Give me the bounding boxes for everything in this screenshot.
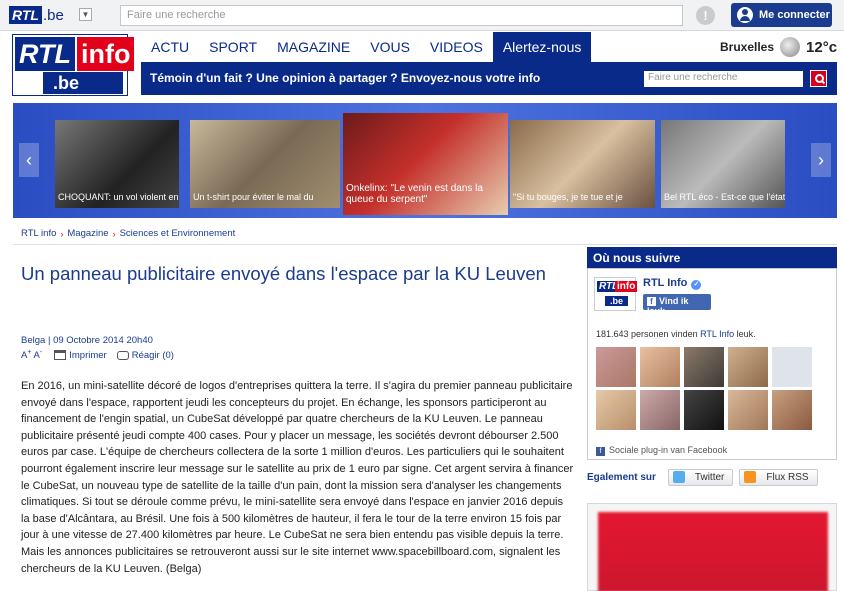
font-size-control[interactable]: A+ A- <box>21 349 42 361</box>
video-thumb[interactable]: Un t-shirt pour éviter le mal du <box>190 120 340 208</box>
carousel-next-icon[interactable]: › <box>811 143 831 177</box>
nav-vous[interactable]: VOUS <box>360 32 420 62</box>
rtl-be-logo[interactable]: RTL .be <box>9 4 64 26</box>
top-search-input[interactable]: Faire une recherche <box>120 5 683 26</box>
page: { "topbar": { "logo_rtl": "RTL", "logo_b… <box>0 0 844 591</box>
twitter-label: Twitter <box>694 471 725 483</box>
verified-icon: ✓ <box>691 280 702 290</box>
rss-button[interactable]: Flux RSS <box>739 468 818 486</box>
breadcrumb-sciences[interactable]: Sciences et Environnement <box>120 228 236 239</box>
ad-banner <box>598 512 828 591</box>
login-label: Me connecter <box>759 9 830 21</box>
info-icon[interactable]: ! <box>696 6 715 25</box>
chevron-right-icon: › <box>60 228 64 239</box>
main-nav: ACTU SPORT MAGAZINE VOUS VIDEOS Alertez-… <box>141 32 592 62</box>
twitter-icon <box>672 471 685 483</box>
be-logo-text: .be <box>42 6 64 24</box>
weather-temp: 12°c <box>806 38 838 56</box>
video-thumb[interactable]: CHOQUANT: un vol violent en <box>55 120 179 208</box>
comment-icon[interactable] <box>116 350 129 360</box>
fb-fans-grid <box>596 347 826 430</box>
article-date: 09 Octobre 2014 20h40 <box>53 335 153 346</box>
video-caption: Bel RTL éco - Est-ce que l'état va <box>664 192 785 202</box>
nav-videos[interactable]: VIDEOS <box>420 32 493 62</box>
facebook-widget: RTL info .be RTL Info ✓ f Vind ik leuk 181.6… <box>587 268 837 460</box>
alert-bar: Témoin d'un fait ? Une opinion à partage… <box>141 62 837 95</box>
article-tools: A+ A- Imprimer Réagir (0) <box>21 349 174 361</box>
nav-sport[interactable]: SPORT <box>199 32 267 62</box>
rtl-info-fb-avatar[interactable]: RTL info .be <box>594 277 638 311</box>
breadcrumb: RTL info › Magazine › Sciences et Enviro… <box>21 228 235 239</box>
fb-count-link[interactable]: RTL Info <box>700 329 734 339</box>
fan-avatar[interactable] <box>772 390 812 430</box>
weather-city: Bruxelles <box>720 40 775 54</box>
video-caption: Un t-shirt pour éviter le mal du <box>193 192 314 202</box>
video-caption: CHOQUANT: un vol violent en <box>58 192 179 202</box>
fan-avatar[interactable] <box>596 390 636 430</box>
logo-rtl: RTL <box>15 37 75 71</box>
advertisement[interactable] <box>587 503 837 591</box>
video-caption: Onkelinx: "Le venin est dans la queue du… <box>346 183 483 205</box>
alert-search-input[interactable]: Faire une recherche <box>644 71 803 87</box>
breadcrumb-magazine[interactable]: Magazine <box>67 228 108 239</box>
fan-avatar[interactable] <box>684 347 724 387</box>
fan-avatar[interactable] <box>728 390 768 430</box>
facebook-icon: f <box>596 447 605 456</box>
video-carousel: ‹ CHOQUANT: un vol violent en Un t-shirt… <box>13 103 837 218</box>
fb-like-count: 181.643 personen vinden RTL Info leuk. <box>596 329 756 339</box>
video-thumb[interactable]: Bel RTL éco - Est-ce que l'état va <box>661 120 785 208</box>
video-thumb[interactable]: "Si tu bouges, je te tue et je <box>510 120 655 208</box>
search-icon[interactable] <box>810 70 827 87</box>
fb-plugin-label: Sociale plug-in van Facebook <box>609 445 728 455</box>
fb-page-name[interactable]: RTL Info <box>643 277 687 289</box>
nav-actu[interactable]: ACTU <box>141 32 199 62</box>
rtl-logo-text: RTL <box>9 6 42 24</box>
chevron-down-icon[interactable]: ▼ <box>79 8 92 21</box>
nav-magazine[interactable]: MAGAZINE <box>267 32 360 62</box>
article-source: Belga <box>21 335 46 346</box>
divider <box>13 244 837 245</box>
twitter-button[interactable]: Twitter <box>667 468 734 486</box>
alert-message[interactable]: Témoin d'un fait ? Une opinion à partage… <box>150 71 540 85</box>
fan-avatar[interactable] <box>596 347 636 387</box>
share-bar: Egalement sur Twitter Flux RSS <box>587 467 837 487</box>
share-label: Egalement sur <box>587 471 656 483</box>
fb-like-button[interactable]: f Vind ik leuk <box>643 294 711 316</box>
chevron-right-icon: › <box>112 228 116 239</box>
nav-alertez-nous[interactable]: Alertez-nous <box>492 32 592 62</box>
moon-icon <box>780 37 801 57</box>
follow-us-title: Où nous suivre <box>587 247 837 268</box>
logo-info: info <box>77 37 135 71</box>
fan-avatar[interactable] <box>684 390 724 430</box>
rtl-info-logo[interactable]: RTL info .be <box>12 34 135 96</box>
fb-count-text: 181.643 personen vinden <box>596 329 701 339</box>
article-meta: Belga | 09 Octobre 2014 20h40 <box>21 335 153 346</box>
video-thumb-featured[interactable]: Onkelinx: "Le venin est dans la queue du… <box>343 113 508 215</box>
login-button[interactable]: Me connecter <box>731 3 832 27</box>
fan-avatar[interactable] <box>728 347 768 387</box>
react-link[interactable]: Réagir (0) <box>132 350 174 361</box>
user-icon <box>737 7 753 23</box>
top-bar: RTL .be ▼ Faire une recherche ! Me conne… <box>0 0 844 31</box>
fan-avatar[interactable] <box>640 390 680 430</box>
fan-avatar-default[interactable] <box>772 347 812 387</box>
article-title: Un panneau publicitaire envoyé dans l'es… <box>21 263 546 284</box>
rss-label: Flux RSS <box>766 471 809 483</box>
article-body: En 2016, un mini-satellite décoré de log… <box>21 380 574 575</box>
logo-be: .be <box>43 72 123 94</box>
fan-avatar[interactable] <box>640 347 680 387</box>
print-icon[interactable] <box>54 350 67 361</box>
video-caption: "Si tu bouges, je te tue et je <box>513 192 623 202</box>
facebook-icon: f <box>647 297 656 306</box>
fb-plugin-note[interactable]: f Sociale plug-in van Facebook <box>596 445 727 456</box>
breadcrumb-rtl-info[interactable]: RTL info <box>21 228 56 239</box>
weather-widget[interactable]: Bruxelles 12°c <box>720 36 837 58</box>
fb-count-suffix: leuk. <box>734 329 756 339</box>
rss-icon <box>744 471 757 483</box>
print-link[interactable]: Imprimer <box>69 350 106 361</box>
carousel-prev-icon[interactable]: ‹ <box>19 143 39 177</box>
